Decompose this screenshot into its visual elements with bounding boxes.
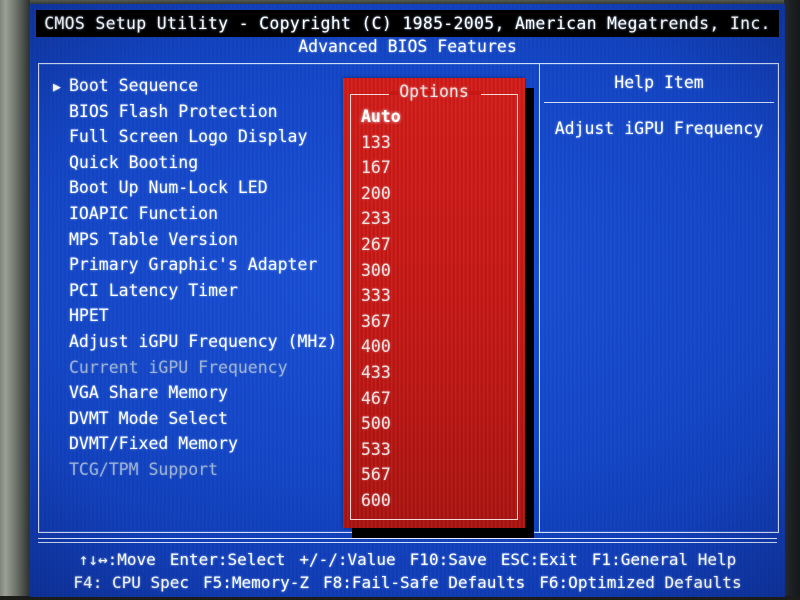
setting-label: VGA Share Memory (69, 383, 228, 403)
option-item[interactable]: 300 (361, 258, 401, 284)
help-pane-divider (544, 102, 774, 103)
option-item[interactable]: 367 (361, 309, 401, 335)
window-title: CMOS Setup Utility - Copyright (C) 1985-… (44, 14, 771, 33)
option-item[interactable]: 167 (361, 155, 401, 181)
monitor-photo: CMOS Setup Utility - Copyright (C) 1985-… (0, 0, 800, 600)
status-bar-hint: F1:General Help (591, 550, 737, 569)
setting-label: Full Screen Logo Display (69, 127, 308, 147)
option-item[interactable]: 467 (361, 386, 401, 412)
option-item[interactable]: 567 (361, 462, 401, 488)
options-popup-title: Options (343, 82, 525, 101)
submenu-arrow-icon: ▶ (53, 80, 61, 95)
option-item[interactable]: 133 (361, 130, 401, 156)
option-item[interactable]: 267 (361, 232, 401, 258)
bios-setup-screen: CMOS Setup Utility - Copyright (C) 1985-… (30, 4, 785, 597)
setting-label: Boot Up Num-Lock LED (69, 178, 268, 198)
crt-screen: CMOS Setup Utility - Copyright (C) 1985-… (30, 4, 785, 597)
option-item[interactable]: 400 (361, 334, 401, 360)
setting-label: MPS Table Version (69, 229, 238, 249)
status-bar-hint: +/-/:Value (299, 550, 396, 569)
status-bar-line-1: ↑↓↔:Move Enter:Select +/-/:Value F10:Save ES… (38, 550, 777, 569)
option-item[interactable]: 333 (361, 283, 401, 309)
setting-label: Primary Graphic's Adapter (69, 255, 318, 275)
page-title: Advanced BIOS Features (298, 37, 517, 56)
status-bar-hint: ↑↓↔:Move (78, 550, 156, 569)
status-bar-rule-bottom (38, 542, 777, 543)
option-item[interactable]: 533 (361, 437, 401, 463)
status-bar: ↑↓↔:Move Enter:Select +/-/:Value F10:Save ES… (38, 538, 777, 592)
option-item[interactable]: 433 (361, 360, 401, 386)
monitor-bezel-right (784, 0, 800, 600)
status-bar-hint: F8:Fail-Safe Defaults (322, 573, 526, 592)
options-list: Auto 133 167 200 233 267 300 333 367 400 433 467 500… (361, 104, 401, 514)
option-item[interactable]: Auto (361, 104, 401, 130)
help-pane: Help Item Adjust iGPU Frequency (540, 64, 778, 532)
status-bar-hint: F5:Memory-Z (203, 573, 309, 592)
help-pane-text: Adjust iGPU Frequency (554, 119, 764, 138)
status-bar-hint: F6:Optimized Defaults (539, 573, 742, 592)
setting-label: Current iGPU Frequency (69, 357, 288, 377)
setting-label: BIOS Flash Protection (69, 101, 278, 121)
setting-label: Boot Sequence (69, 76, 199, 95)
status-bar-rule-top (38, 538, 777, 539)
status-bar-hint: F10:Save (409, 550, 487, 569)
status-bar-hint: Enter:Select (169, 550, 286, 569)
setting-label: DVMT Mode Select (69, 408, 228, 428)
option-item[interactable]: 233 (361, 206, 401, 232)
help-pane-title: Help Item (614, 73, 704, 92)
setting-label: HPET (69, 306, 109, 326)
setting-label: TCG/TPM Support (69, 459, 219, 479)
option-item[interactable]: 600 (361, 488, 401, 514)
setting-label: IOAPIC Function (69, 203, 219, 223)
status-bar-line-2: F4: CPU Spec F5:Memory-Z F8:Fail-Safe Defa… (38, 573, 777, 592)
options-popup[interactable]: Options Auto 133 167 200 233 267 300 333 367 400 4… (343, 78, 525, 528)
option-item[interactable]: 200 (361, 181, 401, 207)
setting-label: Quick Booting (69, 152, 199, 172)
setting-label: PCI Latency Timer (69, 280, 238, 300)
status-bar-hint: ESC:Exit (500, 550, 578, 569)
setting-label: Adjust iGPU Frequency (MHz) (69, 331, 338, 351)
setting-label: DVMT/Fixed Memory (69, 434, 238, 454)
status-bar-hint: F4: CPU Spec (73, 573, 190, 592)
title-bar: CMOS Setup Utility - Copyright (C) 1985-… (36, 10, 779, 37)
monitor-bezel-left (0, 0, 30, 600)
option-item[interactable]: 500 (361, 411, 401, 437)
